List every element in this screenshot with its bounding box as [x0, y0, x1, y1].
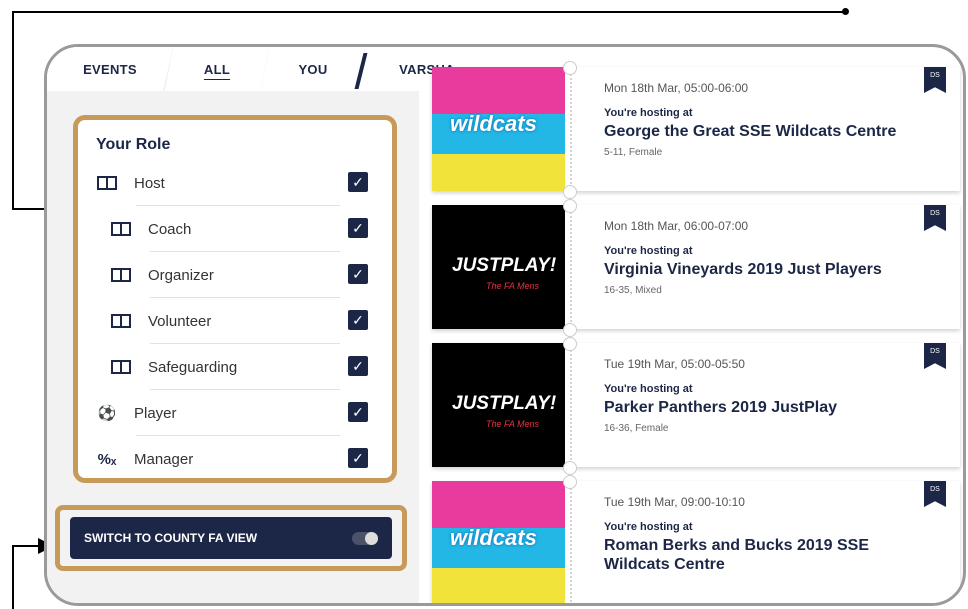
pitch-icon — [110, 312, 132, 330]
pitch-icon — [110, 358, 132, 376]
role-row-host[interactable]: Host ✓ — [96, 160, 376, 206]
event-name[interactable]: Parker Panthers 2019 JustPlay — [604, 398, 924, 417]
event-meta: 16-36, Female — [604, 423, 669, 434]
annotation-line-top — [12, 11, 846, 13]
wildcats-logo: wildcats — [432, 481, 565, 603]
event-card[interactable]: wildcats Mon 18th Mar, 05:00-06:00 You'r… — [432, 61, 960, 199]
role-row-player[interactable]: ⚽ Player ✓ — [96, 390, 376, 436]
tactics-icon: %ₓ — [97, 450, 117, 468]
event-meta: 16-35, Mixed — [604, 285, 662, 296]
county-view-switch-highlight: SWITCH TO COUNTY FA VIEW — [55, 505, 407, 571]
checkbox-checked[interactable]: ✓ — [348, 356, 368, 376]
tab-bar: EVENTS ALL YOU VARSHA — [47, 47, 497, 91]
pitch-icon — [110, 266, 132, 284]
event-name[interactable]: George the Great SSE Wildcats Centre — [604, 122, 924, 141]
tab-label: ALL — [203, 61, 231, 77]
event-hosting-label: You're hosting at — [604, 521, 693, 533]
annotation-line-bottom — [12, 545, 38, 547]
role-filter-panel: Your Role Host ✓ Coach ✓ Organizer ✓ Vol… — [73, 115, 397, 483]
tab-label: YOU — [298, 61, 328, 77]
event-meta: 5-11, Female — [604, 147, 663, 158]
checkbox-checked[interactable]: ✓ — [348, 172, 368, 192]
role-label: Coach — [148, 220, 192, 238]
role-row-safeguarding[interactable]: Safeguarding ✓ — [96, 344, 376, 390]
event-date: Mon 18th Mar, 06:00-07:00 — [604, 219, 749, 233]
event-name[interactable]: Virginia Vineyards 2019 Just Players — [604, 260, 924, 279]
event-hosting-label: You're hosting at — [604, 383, 693, 395]
role-label: Host — [134, 174, 165, 192]
role-label: Manager — [134, 450, 194, 468]
event-name[interactable]: Roman Berks and Bucks 2019 SSE Wildcats … — [604, 536, 924, 574]
role-row-manager[interactable]: %ₓ Manager ✓ — [96, 436, 376, 482]
role-row-organizer[interactable]: Organizer ✓ — [96, 252, 376, 298]
event-card[interactable]: wildcats Tue 19th Mar, 09:00-10:10 You'r… — [432, 475, 960, 603]
tab-events[interactable]: EVENTS — [47, 47, 173, 91]
annotation-line-left — [12, 11, 14, 210]
role-label: Organizer — [148, 266, 214, 284]
pitch-icon — [96, 174, 118, 192]
event-hosting-label: You're hosting at — [604, 245, 693, 257]
bookmark-icon[interactable]: DS — [924, 481, 946, 507]
sidebar: EVENTS ALL YOU VARSHA Your Role Host ✓ C… — [47, 47, 497, 603]
event-date: Mon 18th Mar, 05:00-06:00 — [604, 81, 749, 95]
role-title: Your Role — [96, 136, 171, 153]
toggle-switch[interactable] — [352, 531, 378, 545]
pitch-icon — [110, 220, 132, 238]
wildcats-logo: wildcats — [432, 67, 565, 191]
checkbox-checked[interactable]: ✓ — [348, 218, 368, 238]
event-date: Tue 19th Mar, 05:00-05:50 — [604, 357, 745, 371]
role-row-coach[interactable]: Coach ✓ — [96, 206, 376, 252]
tab-label: EVENTS — [83, 61, 137, 77]
checkbox-checked[interactable]: ✓ — [348, 402, 368, 422]
device-frame: EVENTS ALL YOU VARSHA Your Role Host ✓ C… — [44, 44, 966, 606]
justplay-logo: JUSTPLAY! The FA Mens — [432, 343, 565, 467]
checkbox-checked[interactable]: ✓ — [348, 310, 368, 330]
event-card[interactable]: JUSTPLAY! The FA Mens Mon 18th Mar, 06:00… — [432, 199, 960, 337]
event-card[interactable]: JUSTPLAY! The FA Mens Tue 19th Mar, 05:00… — [432, 337, 960, 475]
role-row-volunteer[interactable]: Volunteer ✓ — [96, 298, 376, 344]
event-date: Tue 19th Mar, 09:00-10:10 — [604, 495, 745, 509]
switch-label: SWITCH TO COUNTY FA VIEW — [84, 531, 258, 545]
role-label: Volunteer — [148, 312, 212, 330]
role-label: Player — [134, 404, 177, 422]
checkbox-checked[interactable]: ✓ — [348, 448, 368, 468]
tab-all[interactable]: ALL — [165, 47, 269, 91]
bookmark-icon[interactable]: DS — [924, 343, 946, 369]
bookmark-icon[interactable]: DS — [924, 205, 946, 231]
football-icon: ⚽ — [97, 405, 117, 422]
event-hosting-label: You're hosting at — [604, 107, 693, 119]
county-view-switch[interactable]: SWITCH TO COUNTY FA VIEW — [70, 517, 392, 559]
event-list: wildcats Mon 18th Mar, 05:00-06:00 You'r… — [432, 47, 963, 603]
annotation-line-bottom-vert — [12, 545, 14, 609]
bookmark-icon[interactable]: DS — [924, 67, 946, 93]
tab-you[interactable]: YOU — [261, 47, 365, 91]
justplay-logo: JUSTPLAY! The FA Mens — [432, 205, 565, 329]
role-label: Safeguarding — [148, 358, 238, 376]
checkbox-checked[interactable]: ✓ — [348, 264, 368, 284]
